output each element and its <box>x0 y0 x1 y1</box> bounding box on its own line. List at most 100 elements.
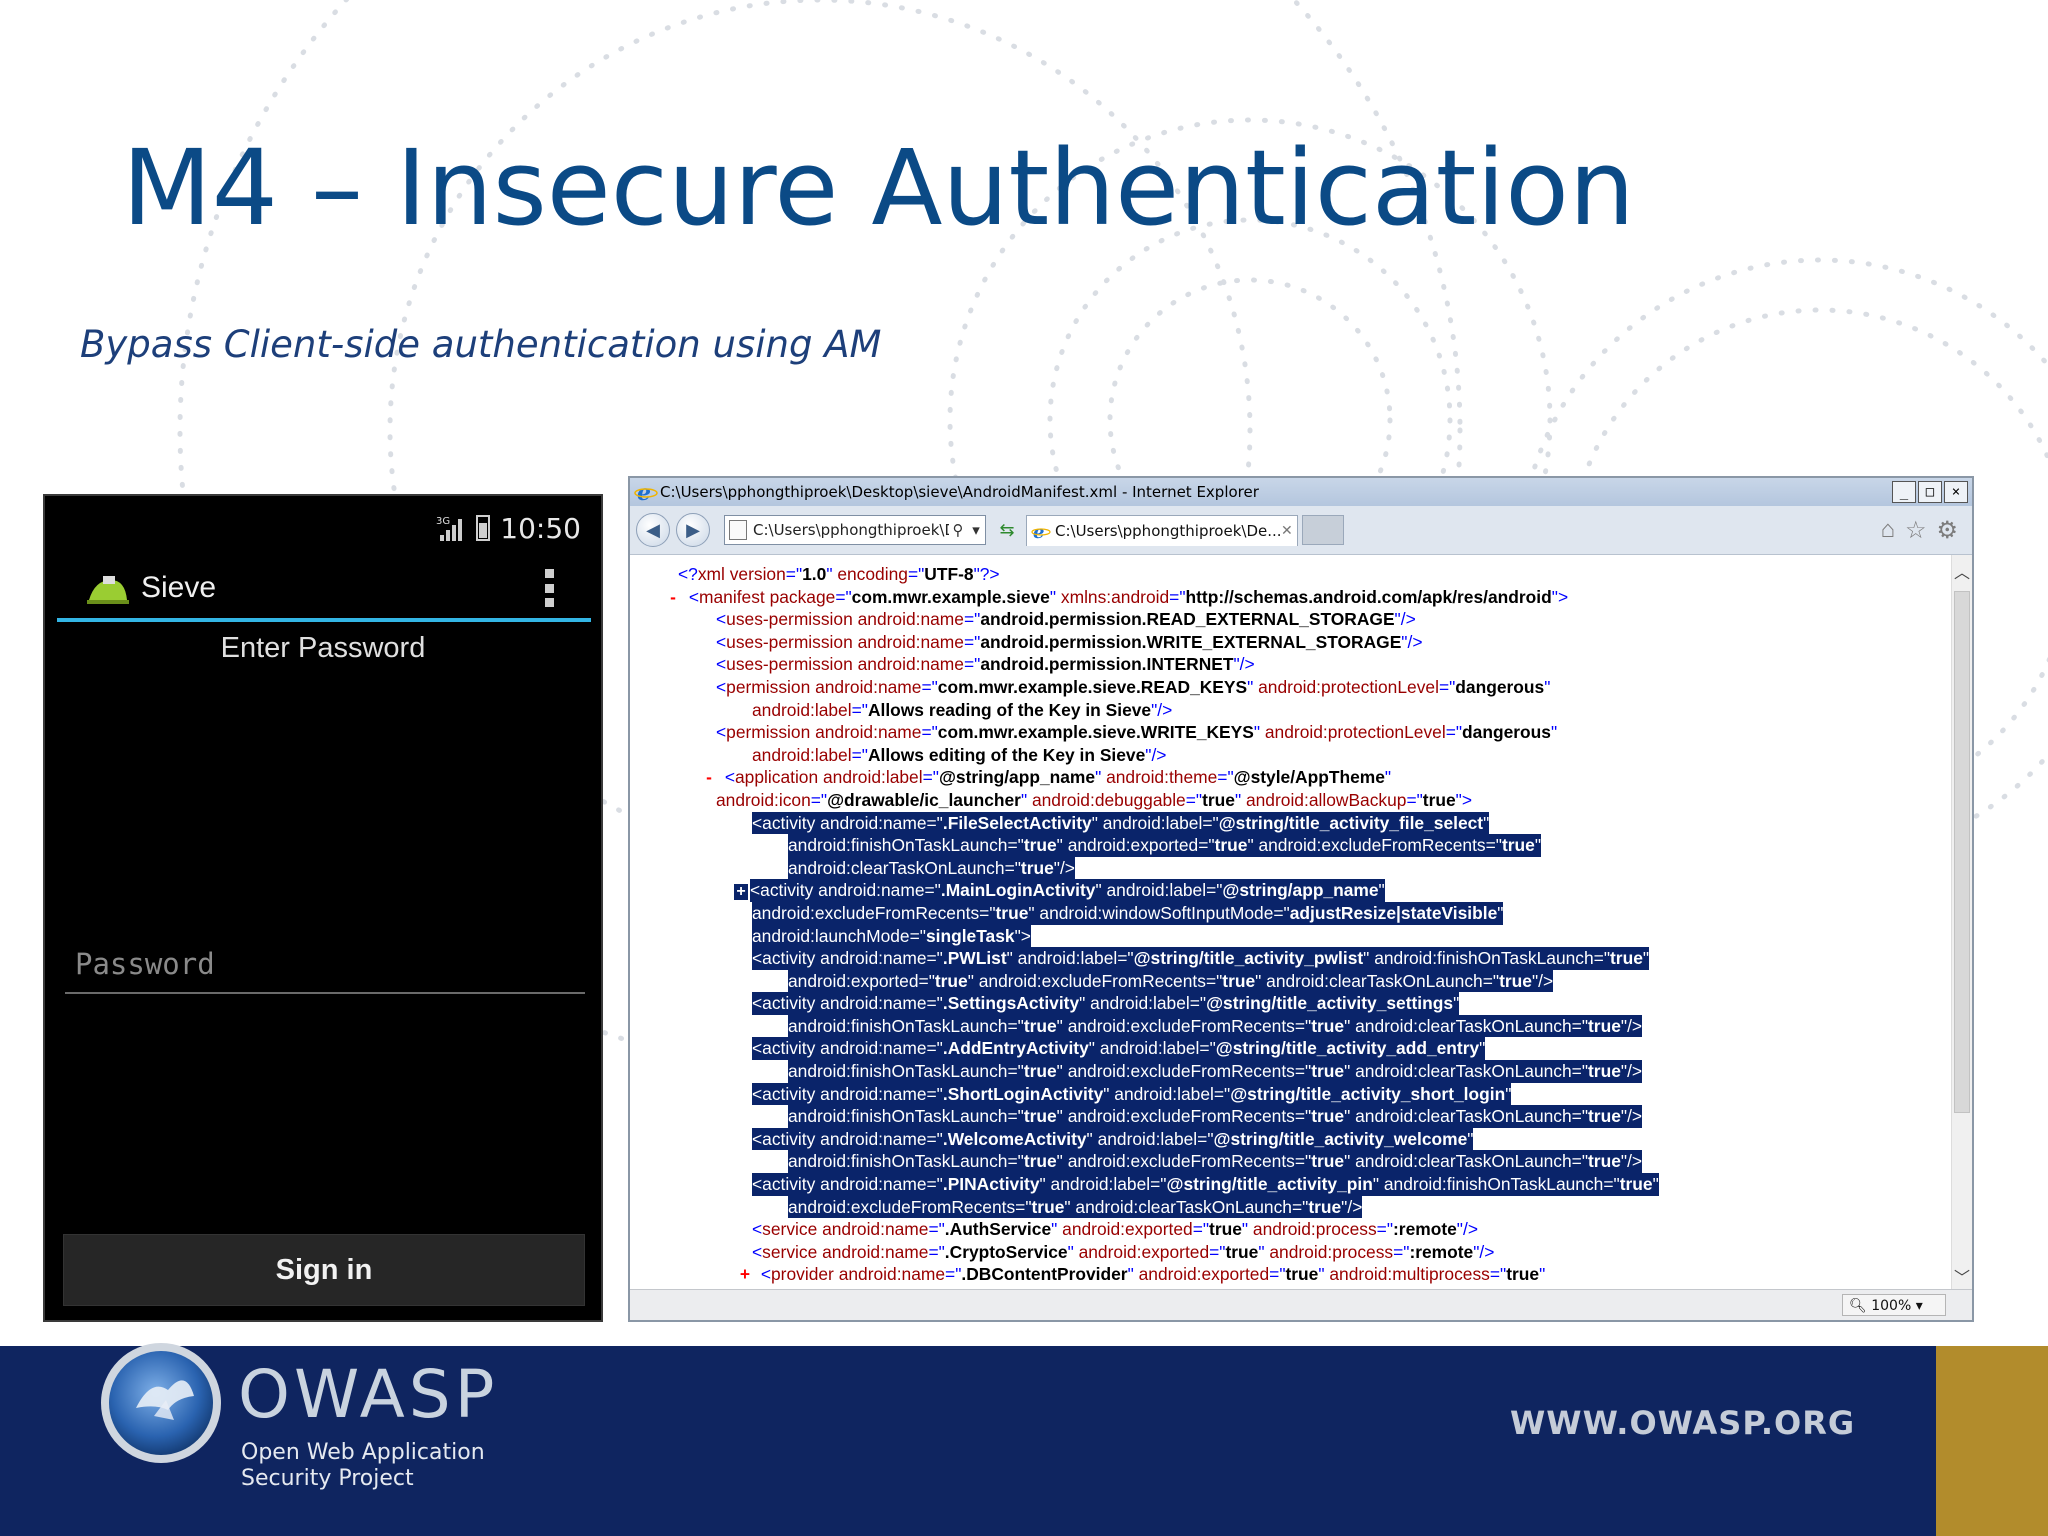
status-bar: 🔍︎ 100% ▾ <box>630 1289 1972 1320</box>
minimize-button[interactable]: _ <box>1892 481 1916 503</box>
collapse-toggle[interactable]: + <box>734 1263 756 1286</box>
tagline-line-2: Security Project <box>241 1466 414 1491</box>
scroll-up-icon[interactable]: ︿ <box>1952 559 1972 582</box>
slide-subtitle: Bypass Client-side authentication using … <box>80 323 882 366</box>
tools-gear-icon[interactable]: ⚙ <box>1936 516 1958 545</box>
xml-line-text: <activity android:name=".FileSelectActiv… <box>752 811 1490 835</box>
favorites-star-icon[interactable]: ☆ <box>1905 516 1927 545</box>
scroll-down-icon[interactable]: ﹀ <box>1952 1264 1972 1287</box>
svg-text:e: e <box>1033 522 1044 541</box>
xml-line-text: <activity android:name=".MainLoginActivi… <box>750 879 1385 902</box>
xml-line: android:finishOnTaskLaunch="true" androi… <box>630 1105 1952 1128</box>
owasp-tagline: Open Web Application Security Project <box>241 1440 485 1492</box>
toolbar-icons: ⌂ ☆ ⚙ <box>1880 516 1958 545</box>
xml-line-text: <activity android:name=".ShortLoginActiv… <box>752 1082 1512 1106</box>
slide-title: M4 – Insecure Authentication <box>122 127 1635 249</box>
xml-line-text: <provider android:name=".DBContentProvid… <box>760 1264 1546 1285</box>
xml-line: <activity android:name=".AddEntryActivit… <box>630 1037 1952 1061</box>
owasp-url: WWW.OWASP.ORG <box>1510 1404 1856 1442</box>
xml-line-text: android:icon="@drawable/ic_launcher" and… <box>716 789 1472 810</box>
signal-3g-icon: 3G <box>436 513 466 543</box>
xml-line-text: <?xml version="1.0" encoding="UTF-8"?> <box>678 564 1000 584</box>
xml-line: <uses-permission android:name="android.p… <box>630 631 1952 654</box>
refresh-icon[interactable]: ⇆ <box>994 517 1020 543</box>
status-time: 10:50 <box>500 511 581 545</box>
xml-line-text: <uses-permission android:name="android.p… <box>716 654 1255 675</box>
search-icon[interactable]: ⚲ <box>949 521 967 539</box>
address-bar[interactable]: C:\Users\pphongthiproek\De: ⚲ ▾ <box>724 515 986 545</box>
expand-toggle[interactable]: + <box>734 883 748 900</box>
collapse-toggle[interactable]: - <box>662 586 684 609</box>
xml-line-text: android:clearTaskOnLaunch="true"/> <box>788 856 1075 880</box>
browser-tab[interactable]: e C:\Users\pphongthiproek\De... ✕ <box>1026 514 1298 546</box>
status-bar: 3G 10:50 <box>436 508 581 548</box>
collapse-toggle[interactable]: - <box>698 766 720 789</box>
enter-password-label: Enter Password <box>220 632 426 664</box>
xml-line-text: <application android:label="@string/app_… <box>724 767 1392 788</box>
owasp-logo-icon <box>101 1343 221 1463</box>
new-tab-button[interactable] <box>1302 515 1344 545</box>
xml-line: <activity android:name=".WelcomeActivity… <box>630 1127 1952 1151</box>
sign-in-button[interactable]: Sign in <box>63 1234 585 1306</box>
xml-line: + <activity android:name=".MainLoginActiv… <box>630 879 1952 902</box>
xml-line: android:finishOnTaskLaunch="true" androi… <box>630 1014 1952 1038</box>
scroll-thumb[interactable] <box>1954 591 1970 1113</box>
xml-line-text: <permission android:name="com.mwr.exampl… <box>716 722 1558 743</box>
xml-line-text: <activity android:name=".AddEntryActivit… <box>752 1037 1486 1061</box>
xml-line: <uses-permission android:name="android.p… <box>630 608 1952 631</box>
xml-line-text: <uses-permission android:name="android.p… <box>716 609 1416 630</box>
xml-line-text: <permission android:name="com.mwr.exampl… <box>716 676 1551 697</box>
navigation-bar: ◀ ▶ C:\Users\pphongthiproek\De: ⚲ ▾ ⇆ e … <box>630 506 1972 555</box>
ie-tab-icon: e <box>1031 522 1051 541</box>
zoom-value: 100% <box>1871 1298 1912 1314</box>
password-input[interactable] <box>65 936 585 994</box>
xml-line: - <application android:label="@string/ap… <box>630 766 1952 789</box>
close-button[interactable]: × <box>1944 481 1968 503</box>
xml-line: android:finishOnTaskLaunch="true" androi… <box>630 834 1952 857</box>
forward-button[interactable]: ▶ <box>676 513 710 547</box>
xml-document-view[interactable]: <?xml version="1.0" encoding="UTF-8"?> - … <box>630 555 1952 1290</box>
xml-line: <permission android:name="com.mwr.exampl… <box>630 721 1952 744</box>
back-arrow-icon: ◀ <box>646 519 660 540</box>
ie-window: e C:\Users\pphongthiproek\Desktop\sieve\… <box>628 476 1974 1322</box>
xml-line-text: android:launchMode="singleTask"> <box>752 924 1031 948</box>
xml-line: android:exported="true" android:excludeF… <box>630 969 1952 993</box>
xml-line-text: android:finishOnTaskLaunch="true" androi… <box>788 834 1542 857</box>
xml-line: android:excludeFromRecents="true" androi… <box>630 1195 1952 1219</box>
xml-line: android:clearTaskOnLaunch="true"/> <box>630 856 1952 880</box>
back-button[interactable]: ◀ <box>636 513 670 547</box>
xml-line: - <manifest package="com.mwr.example.sie… <box>630 586 1952 609</box>
xml-line: android:launchMode="singleTask"> <box>630 924 1952 948</box>
ie-logo-icon: e <box>634 480 658 504</box>
xml-line-text: <activity android:name=".PINActivity" an… <box>752 1173 1659 1196</box>
window-titlebar: e C:\Users\pphongthiproek\Desktop\sieve\… <box>630 478 1972 506</box>
maximize-button[interactable]: □ <box>1918 481 1942 503</box>
tab-close-icon[interactable]: ✕ <box>1281 523 1297 539</box>
xml-line: <activity android:name=".ShortLoginActiv… <box>630 1082 1952 1106</box>
svg-text:e: e <box>637 480 651 504</box>
xml-line: <activity android:name=".SettingsActivit… <box>630 992 1952 1015</box>
xml-line: android:icon="@drawable/ic_launcher" and… <box>630 789 1952 812</box>
overflow-menu-icon[interactable] <box>545 569 555 607</box>
xml-line-text: <activity android:name=".PWList" android… <box>752 947 1650 970</box>
android-phone-screen: 3G 10:50 Sieve Enter Password Sign in <box>43 494 603 1322</box>
xml-line: <permission android:name="com.mwr.exampl… <box>630 676 1952 699</box>
forward-arrow-icon: ▶ <box>686 519 700 540</box>
xml-line: <uses-permission android:name="android.p… <box>630 653 1952 676</box>
xml-line: <activity android:name=".PINActivity" an… <box>630 1173 1952 1196</box>
xml-line-text: android:label="Allows reading of the Key… <box>752 699 1173 720</box>
xml-line-text: android:exported="true" android:excludeF… <box>788 969 1554 993</box>
battery-icon <box>476 515 491 541</box>
xml-line: + <provider android:name=".DBContentProv… <box>630 1263 1952 1286</box>
network-label: 3G <box>436 516 450 527</box>
xml-line-text: android:excludeFromRecents="true" androi… <box>788 1195 1363 1219</box>
vertical-scrollbar[interactable]: ︿ ﹀ <box>1951 555 1972 1290</box>
dropdown-arrow-icon[interactable]: ▾ <box>967 521 985 539</box>
zoom-icon: 🔍︎ <box>1849 1298 1867 1314</box>
home-icon[interactable]: ⌂ <box>1880 516 1895 545</box>
xml-line-text: android:excludeFromRecents="true" androi… <box>752 901 1504 925</box>
xml-line: android:label="Allows editing of the Key… <box>630 744 1952 767</box>
xml-line: android:finishOnTaskLaunch="true" androi… <box>630 1150 1952 1174</box>
zoom-level[interactable]: 🔍︎ 100% ▾ <box>1842 1294 1946 1316</box>
app-name: Sieve <box>141 571 217 604</box>
